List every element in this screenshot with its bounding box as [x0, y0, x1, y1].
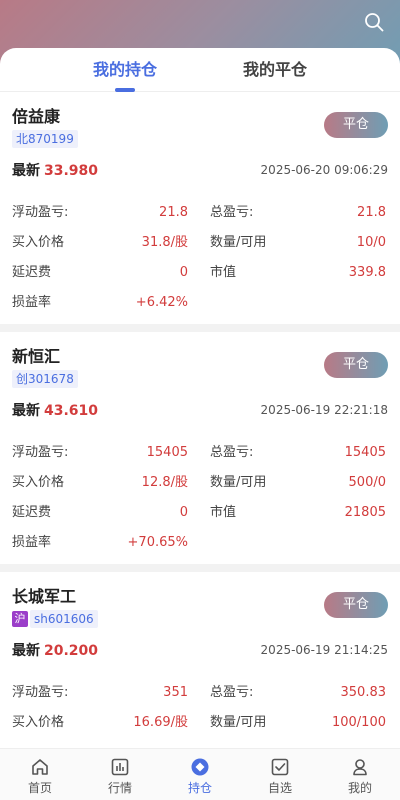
- delay-fee-value: 0: [179, 265, 188, 280]
- qty-row: 数量/可用 10/0: [210, 234, 386, 252]
- market-value-row: 市值 339.8: [210, 264, 386, 282]
- stock-code: 北870199: [12, 130, 78, 148]
- float-pl-row: 浮动盈亏: 351: [12, 684, 188, 702]
- total-pl-value: 21.8: [357, 205, 386, 220]
- tabbar-label: 首页: [27, 781, 52, 795]
- float-pl-label: 浮动盈亏:: [12, 445, 69, 460]
- market-tag: 创: [16, 372, 29, 386]
- market-value-label: 市值: [210, 505, 237, 520]
- pl-rate-value: +6.42%: [135, 295, 188, 310]
- tabbar-me[interactable]: 我的: [320, 749, 400, 800]
- qty-label: 数量/可用: [210, 715, 267, 730]
- latest-label: 最新: [12, 643, 40, 659]
- tab-holdings[interactable]: 我的持仓: [50, 48, 200, 92]
- latest-price: 33.980: [44, 163, 99, 179]
- content-panel: 我的持仓 我的平仓 倍益康 北870199 平仓 最新 33.980 2025-0…: [0, 48, 400, 748]
- market-value-row: 市值 21805: [210, 504, 386, 522]
- pl-rate-row: 损益率 +70.65%: [12, 534, 188, 552]
- qty-value: 10/0: [356, 235, 386, 250]
- float-pl-label: 浮动盈亏:: [12, 205, 69, 220]
- latest-price: 20.200: [44, 643, 99, 659]
- buy-price-row: 买入价格 31.8/股: [12, 234, 188, 252]
- close-position-button[interactable]: 平仓: [324, 352, 388, 378]
- tabbar-watchlist[interactable]: 自选: [240, 749, 320, 800]
- tabbar-home[interactable]: 首页: [0, 749, 80, 800]
- delay-fee-value: 0: [179, 505, 188, 520]
- float-pl-label: 浮动盈亏:: [12, 685, 69, 700]
- stock-code: sh601606: [30, 610, 98, 628]
- buy-price-value: 16.69/股: [133, 715, 188, 730]
- code-text: 301678: [28, 372, 74, 386]
- stock-code: 创301678: [12, 370, 78, 388]
- code-text: 870199: [28, 132, 74, 146]
- pl-rate-row: 损益率 +6.42%: [12, 294, 188, 312]
- search-icon[interactable]: [364, 12, 384, 32]
- home-icon: [32, 759, 48, 775]
- float-pl-value: 351: [163, 685, 188, 700]
- latest-price: 43.610: [44, 403, 99, 419]
- position-card: 倍益康 北870199 平仓 最新 33.980 2025-06-20 09:06…: [0, 92, 400, 332]
- position-tabs: 我的持仓 我的平仓: [0, 48, 400, 92]
- float-pl-value: 21.8: [159, 205, 188, 220]
- market-value-label: 市值: [210, 265, 237, 280]
- tabbar-market[interactable]: 行情: [80, 749, 160, 800]
- timestamp: 2025-06-19 22:21:18: [260, 403, 388, 417]
- buy-price-label: 买入价格: [12, 715, 65, 730]
- tabbar-label: 持仓: [187, 781, 212, 795]
- total-pl-row: 总盈亏: 350.83: [210, 684, 386, 702]
- float-pl-row: 浮动盈亏: 21.8: [12, 204, 188, 222]
- qty-row: 数量/可用 500/0: [210, 474, 386, 492]
- total-pl-label: 总盈亏:: [210, 205, 254, 220]
- position-icon: [191, 758, 209, 776]
- pl-rate-label: 损益率: [12, 535, 52, 550]
- timestamp: 2025-06-19 21:14:25: [260, 643, 388, 657]
- tabbar-label: 行情: [107, 781, 132, 795]
- timestamp: 2025-06-20 09:06:29: [260, 163, 388, 177]
- total-pl-value: 15405: [344, 445, 386, 460]
- market-value-value: 339.8: [348, 265, 386, 280]
- total-pl-label: 总盈亏:: [210, 445, 254, 460]
- close-position-button[interactable]: 平仓: [324, 112, 388, 138]
- latest-label: 最新: [12, 163, 40, 179]
- buy-price-label: 买入价格: [12, 235, 65, 250]
- qty-value: 100/100: [331, 715, 386, 730]
- delay-fee-row: 延迟费 0: [12, 264, 188, 282]
- tabbar-label: 自选: [267, 781, 292, 795]
- total-pl-row: 总盈亏: 21.8: [210, 204, 386, 222]
- close-position-button[interactable]: 平仓: [324, 592, 388, 618]
- market-tag: 沪: [12, 611, 28, 627]
- total-pl-row: 总盈亏: 15405: [210, 444, 386, 462]
- total-pl-value: 350.83: [340, 685, 387, 700]
- latest-label: 最新: [12, 403, 40, 419]
- pl-rate-value: +70.65%: [127, 535, 188, 550]
- qty-row: 数量/可用 100/100: [210, 714, 386, 732]
- buy-price-row: 买入价格 16.69/股: [12, 714, 188, 732]
- total-pl-label: 总盈亏:: [210, 685, 254, 700]
- position-card: 长城军工 沪 sh601606 平仓 最新 20.200 2025-06-19 2…: [0, 572, 400, 748]
- pl-rate-label: 损益率: [12, 295, 52, 310]
- delay-fee-row: 延迟费 0: [12, 504, 188, 522]
- qty-label: 数量/可用: [210, 235, 267, 250]
- chart-icon: [111, 758, 129, 776]
- buy-price-value: 12.8/股: [141, 475, 188, 490]
- float-pl-value: 15405: [146, 445, 188, 460]
- market-value-value: 21805: [344, 505, 386, 520]
- bottom-tabbar: 首页 行情 持仓 自选 我的: [0, 748, 400, 800]
- profile-icon: [353, 759, 367, 776]
- market-tag: 北: [16, 132, 29, 146]
- tabbar-label: 我的: [347, 781, 372, 795]
- tab-closed[interactable]: 我的平仓: [200, 48, 350, 92]
- delay-fee-label: 延迟费: [12, 265, 52, 280]
- buy-price-label: 买入价格: [12, 475, 65, 490]
- checklist-icon: [271, 758, 289, 776]
- delay-fee-label: 延迟费: [12, 505, 52, 520]
- buy-price-row: 买入价格 12.8/股: [12, 474, 188, 492]
- buy-price-value: 31.8/股: [141, 235, 188, 250]
- qty-label: 数量/可用: [210, 475, 267, 490]
- float-pl-row: 浮动盈亏: 15405: [12, 444, 188, 462]
- position-card: 新恒汇 创301678 平仓 最新 43.610 2025-06-19 22:21…: [0, 332, 400, 572]
- tabbar-positions[interactable]: 持仓: [160, 749, 240, 800]
- qty-value: 500/0: [348, 475, 386, 490]
